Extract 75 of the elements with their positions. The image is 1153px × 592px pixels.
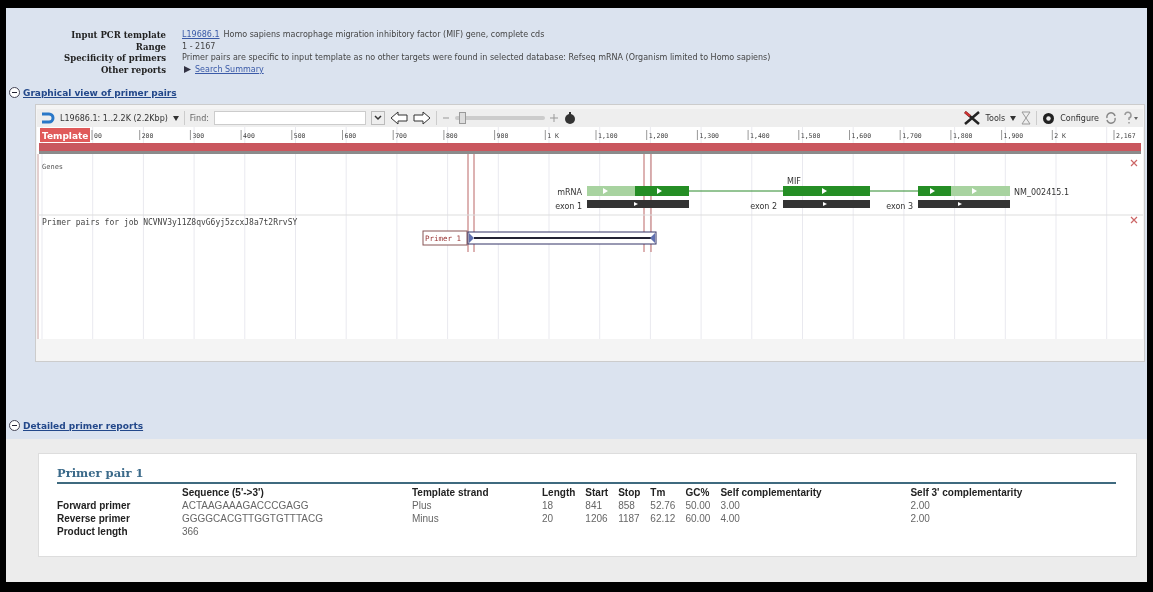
column-header: Start [585,486,619,499]
column-header: Self complementarity [720,486,911,499]
pin-icon[interactable] [562,111,577,125]
caret-icon [172,115,179,121]
refresh-icon[interactable] [1104,111,1118,125]
tools-icon [962,110,981,126]
exon-label: exon 1 [555,202,582,211]
table-cell: 50.00 [685,499,721,512]
table-cell: 858 [618,499,651,512]
table-cell: 841 [585,499,619,512]
field-value: Homo sapiens macrophage migration inhibitory factor (MIF) gene, complete cds [223,30,545,41]
column-header: Self 3' complementarity [910,486,1024,499]
table-cell: 18 [542,499,586,512]
column-header: Stop [618,486,651,499]
collapse-icon[interactable] [9,87,20,98]
help-icon[interactable] [1123,111,1139,125]
exon-label: exon 2 [750,202,777,211]
table-cell-text: 62.12 [650,512,677,525]
table-cell-text: 20 [542,512,555,525]
tools-menu[interactable]: Tools [985,113,1006,123]
table-cell-text: 2.00 [910,512,931,525]
field-label: Other reports [99,64,166,75]
track-title: Primer pairs for job NCVNV3y11Z8qvG6yj5zcxJ8a7t2RrvSY [42,218,298,227]
caret-icon [1010,115,1017,121]
field-label: Range [134,41,166,52]
report-title: Primer pair 1 [57,466,1116,484]
accession-link[interactable]: L19686.1 [182,30,220,41]
table-cell-text: 366 [182,525,200,538]
table-cell-text: 4.00 [720,512,741,525]
table-cell-text: 2.00 [910,499,931,512]
zoom-in-icon[interactable] [549,112,558,124]
table-cell-text: 3.00 [720,499,741,512]
table-cell: 60.00 [685,512,721,525]
sequence-menu[interactable]: L19686.1: 1..2.2K (2.2Kbp) [60,113,168,123]
find-field[interactable] [213,111,366,125]
field-value: 1 - 2167 [182,41,216,52]
collapse-icon[interactable] [9,420,20,431]
hourglass-icon[interactable] [1021,111,1032,125]
table-cell: 1187 [618,512,651,525]
row-label: Product length [57,525,182,538]
accession-label: NM_002415.1 [1014,188,1070,197]
table-cell-text: 1206 [585,512,609,525]
mrna-label: mRNA [557,188,582,197]
arrow-icon [184,66,191,74]
section-link[interactable]: Graphical view of primer pairs [23,87,177,98]
column-header: GC% [685,486,721,499]
slider-thumb[interactable] [459,112,467,124]
dropdown-button[interactable] [370,111,385,125]
column-header: Length [542,486,586,499]
field-label: Specificity of primers [63,53,166,64]
row-label: Forward primer [57,499,182,512]
caret-icon [373,115,382,121]
sequence-icon [41,112,55,124]
gene-name: MIF [787,177,801,186]
table-cell: GGGGCACGTTGGTGTTTACG [182,512,412,525]
template-label: Template [40,128,90,142]
table-cell-text: 52.76 [650,499,677,512]
table-cell: ACTAAGAAAGACCCGAGG [182,499,412,512]
column-header: Template strand [412,486,542,499]
find-label: Find: [189,113,209,123]
column-header: Tm [650,486,686,499]
back-arrow-icon[interactable] [389,111,408,125]
field-label: Input PCR template [70,30,166,41]
table-cell: Minus [412,512,542,525]
configure-button[interactable]: Configure [1060,113,1099,123]
report-link[interactable]: Search Summary [195,64,264,75]
close-icon[interactable] [1130,216,1138,224]
section-link[interactable]: Detailed primer reports [23,420,144,431]
forward-arrow-icon[interactable] [412,111,431,125]
row-label: Reverse primer [57,512,182,525]
field-value: Primer pairs are specific to input template as no other targets were found in selected database: Refseq mRNA (Organism limited to Homo sapiens) [182,53,771,64]
table-cell: Plus [412,499,542,512]
exon-label: exon 3 [886,202,913,211]
column-header: Sequence (5'->3') [182,486,412,499]
close-icon[interactable] [1130,159,1138,167]
